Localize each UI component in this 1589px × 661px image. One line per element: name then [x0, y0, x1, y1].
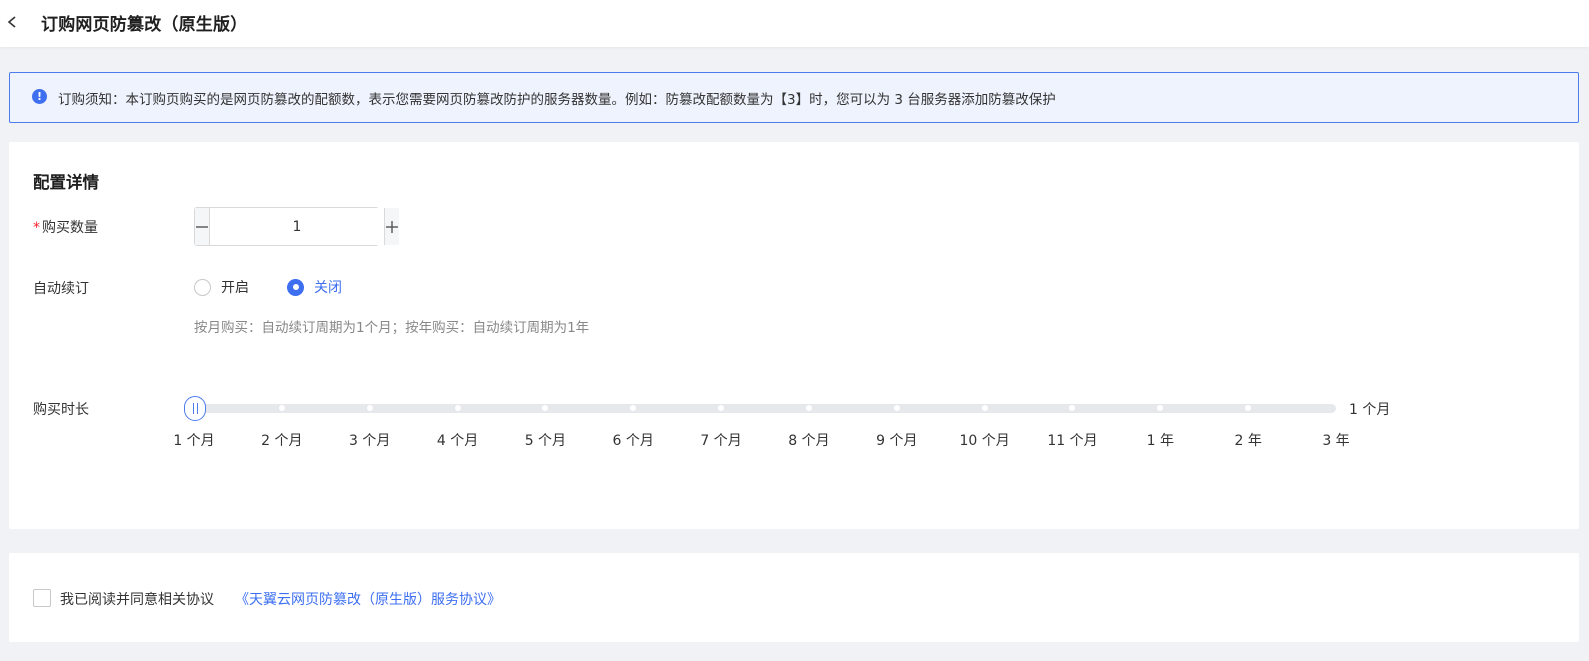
duration-slider-handle[interactable] — [184, 396, 206, 421]
radio-off-label: 关闭 — [314, 280, 342, 296]
duration-tick-label[interactable]: 11 个月 — [1047, 430, 1097, 450]
duration-tick-label[interactable]: 3 个月 — [349, 430, 390, 450]
decrement-button[interactable] — [195, 208, 210, 245]
duration-tick-label[interactable]: 9 个月 — [876, 430, 917, 450]
slider-stop-dot — [278, 405, 285, 411]
service-agreement-link[interactable]: 《天翼云网页防篡改（原生版）服务协议》 — [235, 589, 501, 609]
duration-label: 购买时长 — [33, 402, 89, 418]
duration-tick-label[interactable]: 7 个月 — [700, 430, 741, 450]
quantity-input[interactable] — [210, 208, 384, 245]
duration-tick-label[interactable]: 3 年 — [1322, 430, 1349, 450]
auto-renew-label: 自动续订 — [33, 281, 89, 297]
duration-tick-label[interactable]: 5 个月 — [525, 430, 566, 450]
quantity-label-text: 购买数量 — [42, 220, 98, 236]
duration-tick-label[interactable]: 6 个月 — [613, 430, 654, 450]
slider-stop-dot — [454, 405, 461, 411]
order-notice-banner: ! 订购须知：本订购页购买的是网页防篡改的配额数，表示您需要网页防篡改防护的服务… — [9, 72, 1579, 123]
quantity-label: * 购买数量 — [33, 217, 98, 237]
auto-renew-hint: 按月购买：自动续订周期为1个月；按年购买：自动续订周期为1年 — [194, 320, 590, 336]
required-mark: * — [33, 220, 40, 236]
grip-icon — [192, 403, 198, 414]
auto-renew-radio-group: 开启 关闭 — [194, 277, 380, 297]
agreement-text: 我已阅读并同意相关协议 — [60, 592, 214, 608]
info-circle-icon: ! — [32, 89, 47, 104]
radio-on[interactable]: 开启 — [194, 277, 249, 297]
duration-tick-label[interactable]: 2 年 — [1234, 430, 1261, 450]
increment-button[interactable] — [384, 208, 399, 245]
radio-on-circle[interactable] — [194, 278, 211, 296]
slider-stop-dot — [893, 405, 900, 411]
notice-text: 订购须知：本订购页购买的是网页防篡改的配额数，表示您需要网页防篡改防护的服务器数… — [58, 92, 1056, 108]
radio-off[interactable]: 关闭 — [287, 277, 342, 297]
duration-tick-label[interactable]: 10 个月 — [959, 430, 1009, 450]
duration-tick-label[interactable]: 1 年 — [1147, 430, 1174, 450]
slider-stop-dot — [805, 405, 812, 411]
slider-stop-dot — [981, 405, 988, 411]
quantity-stepper — [194, 207, 399, 246]
config-panel: 配置详情 *购买数量 自动续订 开启 关闭 按月购买：自动续订周期为1个月；按年… — [9, 142, 1579, 529]
section-title: 配置详情 — [33, 173, 99, 192]
chevron-left-icon[interactable] — [6, 12, 20, 32]
duration-tick-label[interactable]: 8 个月 — [788, 430, 829, 450]
radio-off-circle[interactable] — [287, 278, 304, 296]
page-title: 订购网页防篡改（原生版） — [41, 15, 248, 35]
slider-stop-dot — [366, 405, 373, 411]
duration-tick-label[interactable]: 2 个月 — [261, 430, 302, 450]
radio-on-label: 开启 — [221, 280, 249, 296]
agreement-panel: 我已阅读并同意相关协议 《天翼云网页防篡改（原生版）服务协议》 — [9, 553, 1579, 642]
duration-current-value: 1 个月 — [1349, 402, 1391, 418]
minus-icon — [196, 225, 208, 228]
duration-slider-track[interactable] — [194, 404, 1336, 413]
duration-tick-label[interactable]: 1 个月 — [173, 430, 214, 450]
duration-tick-label[interactable]: 4 个月 — [437, 430, 478, 450]
plus-icon — [386, 220, 398, 233]
agreement-checkbox[interactable] — [33, 589, 51, 607]
top-bar: 订购网页防篡改（原生版） — [0, 0, 1589, 47]
